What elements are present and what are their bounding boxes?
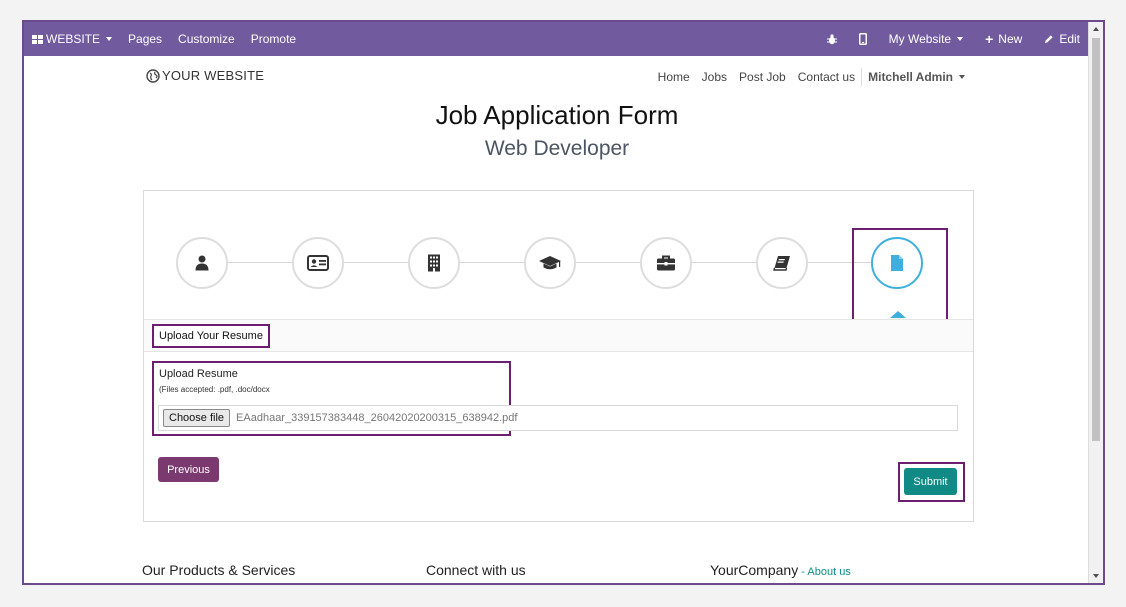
browser-frame: WEBSITE Pages Customize Promote My Websi…	[22, 20, 1105, 585]
globe-icon	[146, 68, 160, 83]
step-skills[interactable]	[756, 237, 808, 289]
nav-divider	[861, 68, 863, 86]
section-title: Upload Your Resume	[152, 324, 270, 348]
caret-down-icon	[957, 37, 964, 41]
admin-topbar: WEBSITE Pages Customize Promote My Websi…	[24, 22, 1090, 56]
upload-resume-label: Upload Resume	[159, 368, 238, 380]
edit-button[interactable]: Edit	[1044, 32, 1080, 46]
footer-company-heading: YourCompany - About us	[710, 562, 851, 578]
page-title: Job Application Form	[435, 100, 679, 130]
step-experience[interactable]	[640, 237, 692, 289]
site-logo[interactable]: YOUR WEBSITE	[146, 68, 264, 83]
nav-home[interactable]: Home	[658, 70, 690, 84]
mobile-preview-icon[interactable]	[858, 33, 867, 45]
job-subtitle: Web Developer	[484, 137, 630, 160]
customize-menu[interactable]: Customize	[178, 32, 235, 46]
pencil-icon	[1045, 35, 1053, 43]
section-header: Upload Your Resume	[144, 319, 973, 352]
scroll-up-arrow-icon[interactable]	[1093, 27, 1099, 31]
my-website-menu[interactable]: My Website	[889, 32, 964, 46]
caret-down-icon	[106, 37, 113, 41]
graduation-cap-icon	[539, 256, 561, 270]
choose-file-button[interactable]: Choose file	[163, 409, 231, 427]
step-education[interactable]	[524, 237, 576, 289]
nav-post-job[interactable]: Post Job	[739, 70, 786, 84]
application-form-card: Upload Your Resume Upload Resume (Files …	[143, 190, 974, 522]
page-scrollbar[interactable]	[1088, 22, 1103, 583]
scrollbar-thumb[interactable]	[1092, 38, 1100, 441]
briefcase-icon	[657, 255, 675, 271]
plus-icon: +	[985, 31, 994, 47]
previous-button[interactable]: Previous	[158, 457, 219, 482]
nav-jobs[interactable]: Jobs	[702, 70, 727, 84]
debug-bug-icon[interactable]	[826, 33, 837, 45]
step-address[interactable]	[408, 237, 460, 289]
footer-products-heading: Our Products & Services	[142, 562, 296, 578]
form-steps	[144, 191, 973, 334]
scroll-down-arrow-icon[interactable]	[1093, 574, 1099, 578]
book-icon	[773, 256, 790, 271]
nav-contact-us[interactable]: Contact us	[798, 70, 855, 84]
upload-file-types-help: (Files accepted: .pdf, .doc/docx	[159, 385, 270, 394]
footer-connect-heading: Connect with us	[426, 562, 526, 578]
footer-about-us-link[interactable]: About us	[807, 566, 850, 578]
new-button[interactable]: + New	[985, 32, 1022, 46]
selected-file-name: EAadhaar_339157383448_26042020200315_638…	[236, 412, 518, 424]
apps-grid-icon	[32, 34, 43, 44]
submit-button[interactable]: Submit	[904, 468, 957, 495]
step-personal[interactable]	[176, 237, 228, 289]
active-step-pointer-icon	[890, 311, 906, 318]
id-card-icon	[307, 255, 329, 271]
resume-file-input[interactable]: Choose file EAadhaar_339157383448_260420…	[158, 405, 958, 431]
building-icon	[428, 254, 440, 272]
site-nav: Home Jobs Post Job Contact us Mitchell A…	[646, 68, 965, 86]
caret-down-icon	[959, 75, 965, 79]
user-menu[interactable]: Mitchell Admin	[868, 70, 965, 84]
website-menu[interactable]: WEBSITE	[32, 32, 113, 46]
user-icon	[195, 255, 209, 271]
promote-menu[interactable]: Promote	[251, 32, 296, 46]
pages-menu[interactable]: Pages	[128, 32, 162, 46]
step-contact[interactable]	[292, 237, 344, 289]
